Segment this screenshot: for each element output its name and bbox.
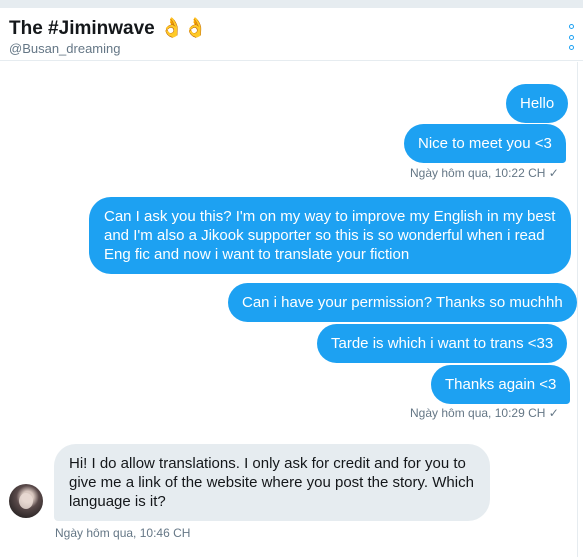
message-bubble-in[interactable]: Hi! I do allow translations. I only ask … <box>54 444 490 521</box>
scrollbar[interactable] <box>577 62 583 557</box>
conversation-header: The #Jiminwave 👌👌 @Busan_dreaming <box>0 8 583 61</box>
top-strip <box>0 0 583 8</box>
conversation-title[interactable]: The #Jiminwave 👌👌 <box>9 16 207 40</box>
conversation-handle[interactable]: @Busan_dreaming <box>9 41 120 56</box>
message-bubble-out[interactable]: Nice to meet you <3 <box>404 124 566 163</box>
vertical-dots-icon[interactable] <box>566 24 576 50</box>
message-bubble-out[interactable]: Hello <box>506 84 569 123</box>
message-bubble-out[interactable]: Thanks again <3 <box>431 365 571 404</box>
avatar[interactable] <box>9 484 43 518</box>
message-timestamp: Ngày hôm qua, 10:29 CH ✓ <box>410 406 559 420</box>
message-bubble-out[interactable]: Tarde is which i want to trans <33 <box>317 324 568 363</box>
message-timestamp: Ngày hôm qua, 10:46 CH <box>55 526 191 540</box>
message-timestamp: Ngày hôm qua, 10:22 CH ✓ <box>410 166 559 180</box>
message-bubble-out[interactable]: Can i have your permission? Thanks so mu… <box>228 283 577 322</box>
message-bubble-out[interactable]: Can I ask you this? I'm on my way to imp… <box>89 197 571 274</box>
